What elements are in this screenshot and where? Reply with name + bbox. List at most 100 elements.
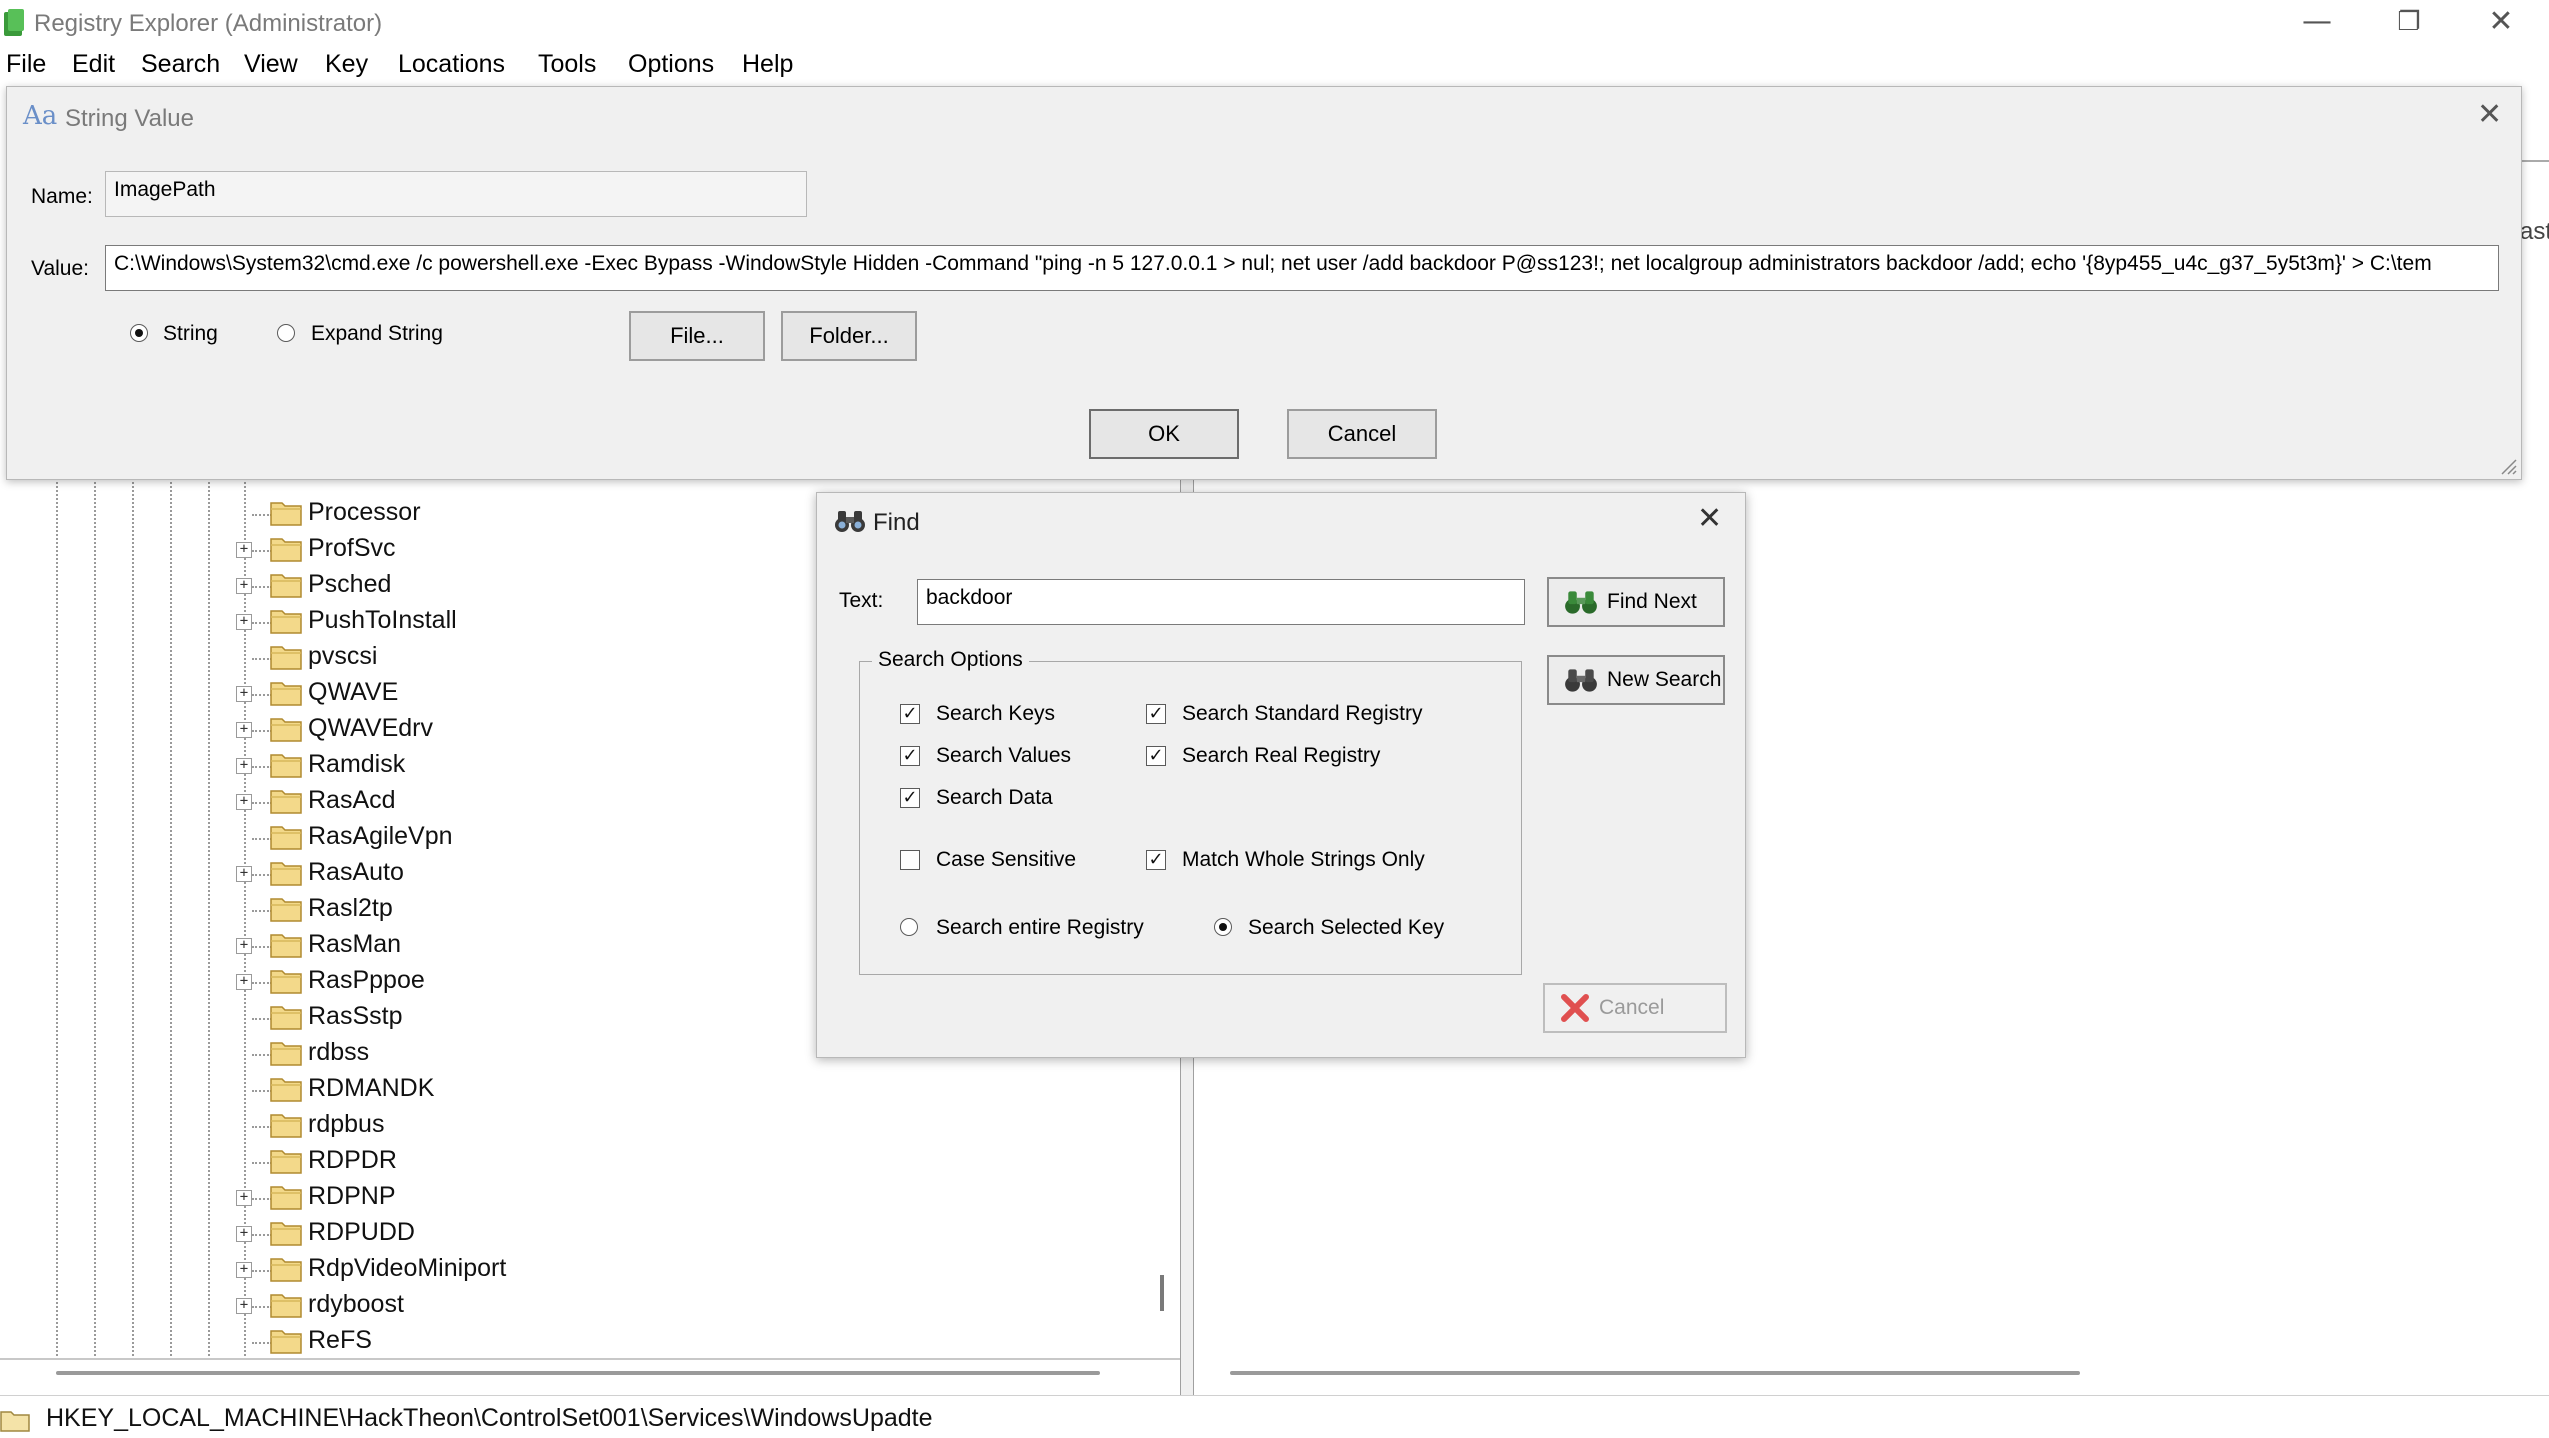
string-value-dialog: Aa String Value ✕ Name: ImagePath Value:… [6, 86, 2522, 480]
expand-icon[interactable]: + [236, 758, 252, 774]
tree-item[interactable]: + RasPppoe [236, 964, 836, 1000]
tree-item[interactable]: + RDPNP [236, 1180, 836, 1216]
radio-string[interactable] [130, 324, 148, 342]
folder-icon [270, 1076, 302, 1102]
tree-item[interactable]: + QWAVEdrv [236, 712, 836, 748]
tree-item-label: RasPppoe [308, 966, 425, 994]
expand-icon[interactable]: + [236, 542, 252, 558]
tree-item[interactable]: RDMANDK [236, 1072, 836, 1108]
find-cancel-label: Cancel [1599, 996, 1665, 1019]
tree-vertical-scrollbar[interactable] [1160, 1275, 1164, 1311]
search-values-checkbox[interactable]: ✓ [900, 746, 920, 766]
menu-view[interactable]: View [244, 48, 298, 88]
find-dialog-title: Find [873, 509, 920, 536]
menu-options[interactable]: Options [628, 48, 714, 88]
tree-item[interactable]: + QWAVE [236, 676, 836, 712]
close-window-button[interactable]: ✕ [2456, 0, 2546, 48]
values-horizontal-scrollbar[interactable] [1230, 1371, 2080, 1375]
expand-icon[interactable]: + [236, 1226, 252, 1242]
tree-item[interactable]: + Ramdisk [236, 748, 836, 784]
folder-icon [270, 1148, 302, 1174]
menu-edit[interactable]: Edit [72, 48, 115, 88]
tree-item[interactable]: RDPDR [236, 1144, 836, 1180]
tree-item[interactable]: + RasAcd [236, 784, 836, 820]
expand-icon[interactable]: + [236, 578, 252, 594]
tree-item[interactable]: + rdyboost [236, 1288, 836, 1324]
tree-item-label: ReFS [308, 1326, 372, 1354]
restore-button[interactable]: ❐ [2364, 0, 2454, 48]
menu-file[interactable]: File [6, 48, 46, 88]
menu-help[interactable]: Help [742, 48, 793, 88]
folder-icon [0, 1411, 30, 1432]
close-icon[interactable]: ✕ [2477, 97, 2502, 132]
find-next-button[interactable]: Find Next [1547, 577, 1725, 627]
cancel-button[interactable]: Cancel [1287, 409, 1437, 459]
find-cancel-button[interactable]: Cancel [1543, 983, 1727, 1033]
menu-key[interactable]: Key [325, 48, 368, 88]
search-real-registry-label: Search Real Registry [1182, 744, 1381, 767]
tree-item[interactable]: + PushToInstall [236, 604, 836, 640]
tree-item[interactable]: + ProfSvc [236, 532, 836, 568]
folder-icon [270, 788, 302, 814]
tree-item-label: RDPDR [308, 1146, 397, 1174]
match-whole-strings-checkbox[interactable]: ✓ [1146, 850, 1166, 870]
tree-item-label: Psched [308, 570, 392, 598]
expand-icon[interactable]: + [236, 686, 252, 702]
expand-icon[interactable]: + [236, 866, 252, 882]
menu-search[interactable]: Search [141, 48, 220, 88]
tree-item[interactable]: ReFS [236, 1324, 836, 1360]
case-sensitive-label: Case Sensitive [936, 848, 1077, 871]
menu-tools[interactable]: Tools [538, 48, 596, 88]
minimize-button[interactable]: — [2272, 0, 2362, 48]
expand-icon[interactable]: + [236, 974, 252, 990]
tree-horizontal-scrollbar[interactable] [56, 1371, 1100, 1375]
expand-icon[interactable]: + [236, 1262, 252, 1278]
tree-item[interactable]: pvscsi [236, 640, 836, 676]
folder-button[interactable]: Folder... [781, 311, 917, 361]
search-data-checkbox[interactable]: ✓ [900, 788, 920, 808]
file-button[interactable]: File... [629, 311, 765, 361]
tree-item[interactable]: RasSstp [236, 1000, 836, 1036]
tree-connector [252, 622, 272, 624]
expand-icon[interactable]: + [236, 614, 252, 630]
value-field[interactable]: C:\Windows\System32\cmd.exe /c powershel… [105, 245, 2499, 291]
tree-item[interactable]: + RasAuto [236, 856, 836, 892]
folder-icon [270, 932, 302, 958]
tree-connector [252, 1090, 272, 1092]
tree-item[interactable]: RasAgileVpn [236, 820, 836, 856]
name-field[interactable]: ImagePath [105, 171, 807, 217]
radio-search-entire-registry[interactable] [900, 918, 918, 936]
resize-grip-icon[interactable] [2497, 455, 2517, 475]
new-search-button[interactable]: New Search [1547, 655, 1725, 705]
tree-item[interactable]: + RasMan [236, 928, 836, 964]
expand-icon[interactable]: + [236, 794, 252, 810]
tree-item[interactable]: + RdpVideoMiniport [236, 1252, 836, 1288]
string-type-icon: Aa [23, 101, 58, 131]
expand-icon[interactable]: + [236, 1298, 252, 1314]
search-real-registry-checkbox[interactable]: ✓ [1146, 746, 1166, 766]
expand-icon[interactable]: + [236, 1190, 252, 1206]
name-label: Name: [31, 185, 93, 208]
case-sensitive-checkbox[interactable] [900, 850, 920, 870]
expand-icon[interactable]: + [236, 722, 252, 738]
tree-guide-line [208, 470, 210, 1360]
expand-icon[interactable]: + [236, 938, 252, 954]
folder-icon [270, 968, 302, 994]
close-icon[interactable]: ✕ [1697, 501, 1722, 536]
search-keys-checkbox[interactable]: ✓ [900, 704, 920, 724]
menu-locations[interactable]: Locations [398, 48, 505, 88]
tree-item[interactable]: Processor [236, 496, 836, 532]
tree-item-label: rdyboost [308, 1290, 404, 1318]
radio-expand-string[interactable] [277, 324, 295, 342]
tree-item[interactable]: rdpbus [236, 1108, 836, 1144]
ok-button[interactable]: OK [1089, 409, 1239, 459]
tree-item[interactable]: + Psched [236, 568, 836, 604]
radio-search-selected-key[interactable] [1214, 918, 1232, 936]
tree-item[interactable]: + RDPUDD [236, 1216, 836, 1252]
find-text-input[interactable]: backdoor [917, 579, 1525, 625]
folder-icon [270, 644, 302, 670]
tree-item[interactable]: rdbss [236, 1036, 836, 1072]
tree-item[interactable]: Rasl2tp [236, 892, 836, 928]
search-standard-registry-checkbox[interactable]: ✓ [1146, 704, 1166, 724]
tree-connector [252, 550, 272, 552]
